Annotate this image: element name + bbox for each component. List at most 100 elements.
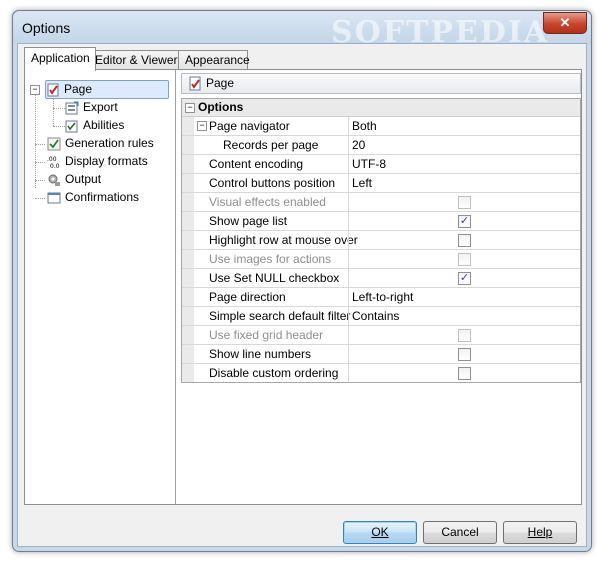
tab-label: Application [31, 51, 90, 65]
property-name: Show line numbers [209, 347, 312, 361]
tree-item-display-formats[interactable]: .00 0.0 Display formats [47, 153, 148, 170]
property-row-disable-custom-ordering[interactable]: Disable custom ordering [182, 364, 580, 382]
show-line-numbers-checkbox[interactable] [458, 348, 471, 361]
output-icon [48, 174, 60, 186]
property-name: Use fixed grid header [209, 328, 324, 342]
tree-item-confirmations[interactable]: Confirmations [47, 189, 139, 206]
property-name: Disable custom ordering [209, 366, 339, 380]
panel-title: Page [206, 76, 235, 90]
property-name: Show page list [209, 214, 288, 228]
confirmations-icon [47, 192, 61, 204]
property-row-show-line-numbers[interactable]: Show line numbers [182, 345, 580, 364]
property-name: Use images for actions [209, 252, 332, 266]
property-row-page-navigator[interactable]: − Page navigator Both [182, 117, 580, 136]
cancel-button[interactable]: Cancel [423, 521, 497, 544]
tree-item-label: Export [83, 100, 118, 114]
options-tree[interactable]: − Page Export Abilities Generation rules… [25, 70, 176, 504]
property-name: Content encoding [209, 157, 304, 171]
property-value[interactable]: 20 [352, 138, 365, 152]
tree-item-page[interactable]: Page [45, 80, 169, 99]
options-dialog: Options SOFTPEDIA ✕ Application Editor &… [12, 10, 592, 552]
tree-item-label: Confirmations [65, 190, 140, 204]
tree-item-export[interactable]: Export [65, 99, 118, 116]
cancel-label: Cancel [441, 525, 479, 539]
property-name: Page direction [209, 290, 286, 304]
minus-icon: − [187, 102, 193, 112]
tree-item-label: Abilities [83, 118, 125, 132]
property-row-records-per-page[interactable]: Records per page 20 [182, 136, 580, 155]
property-row-highlight-row[interactable]: Highlight row at mouse over [182, 231, 580, 250]
title-bar[interactable]: Options SOFTPEDIA ✕ [13, 11, 591, 50]
svg-text:0.0: 0.0 [50, 163, 60, 169]
fixed-grid-header-checkbox [458, 329, 471, 342]
dialog-client-area: Application Editor & Viewers Appearance … [17, 43, 587, 547]
minus-icon: − [32, 84, 38, 94]
tab-panel-application: − Page Export Abilities Generation rules… [24, 69, 582, 505]
use-set-null-checkbox[interactable]: ✓ [458, 272, 471, 285]
close-button[interactable]: ✕ [543, 12, 587, 34]
checkmark-icon: ✓ [459, 215, 470, 227]
property-row-control-buttons-position[interactable]: Control buttons position Left [182, 174, 580, 193]
property-value[interactable]: Contains [352, 309, 399, 323]
property-row-page-direction[interactable]: Page direction Left-to-right [182, 288, 580, 307]
show-page-list-checkbox[interactable]: ✓ [458, 215, 471, 228]
property-row-content-encoding[interactable]: Content encoding UTF-8 [182, 155, 580, 174]
ok-button[interactable]: OK [343, 521, 417, 544]
category-collapse-toggle[interactable]: − [185, 103, 195, 113]
highlight-row-checkbox[interactable] [458, 234, 471, 247]
property-row-show-page-list[interactable]: Show page list ✓ [182, 212, 580, 231]
property-name: Simple search default filter [209, 309, 351, 323]
tree-item-label: Output [65, 172, 102, 186]
property-name: Records per page [223, 138, 319, 152]
tree-item-abilities[interactable]: Abilities [65, 117, 124, 134]
property-grid: − Options − Page navigator Both Records … [181, 98, 581, 383]
category-label: Options [198, 100, 244, 114]
tab-editor-viewers[interactable]: Editor & Viewers [88, 50, 186, 70]
page-icon [189, 76, 201, 91]
checkmark-icon: ✓ [459, 272, 470, 284]
page-settings-panel: Page − Options − Page navigator Both Rec… [179, 70, 581, 504]
property-name: Page navigator [209, 119, 290, 133]
grid-category-options: − Options [182, 99, 580, 117]
svg-text:.00: .00 [47, 156, 57, 163]
disable-custom-ordering-checkbox[interactable] [458, 367, 471, 380]
property-name: Control buttons position [209, 176, 336, 190]
property-value[interactable]: UTF-8 [352, 157, 386, 171]
close-icon: ✕ [559, 15, 571, 30]
tab-appearance[interactable]: Appearance [178, 50, 250, 70]
property-row-use-set-null-checkbox[interactable]: Use Set NULL checkbox ✓ [182, 269, 580, 288]
tree-collapse-toggle[interactable]: − [30, 85, 40, 95]
property-name: Highlight row at mouse over [209, 233, 358, 247]
panel-header: Page [181, 73, 581, 94]
property-collapse-toggle[interactable]: − [197, 121, 207, 131]
ok-label: OK [371, 525, 389, 539]
tab-label: Appearance [185, 53, 250, 67]
window-title: Options [22, 20, 71, 36]
property-value[interactable]: Left [352, 176, 372, 190]
minus-icon: − [199, 120, 205, 130]
tree-item-label: Generation rules [65, 136, 154, 150]
display-formats-icon: .000.0 [47, 156, 60, 169]
property-value[interactable]: Both [352, 119, 377, 133]
tree-item-output[interactable]: Output [47, 171, 101, 188]
tree-item-label: Page [64, 82, 93, 96]
tree-item-generation-rules[interactable]: Generation rules [47, 135, 154, 152]
abilities-icon [65, 120, 78, 133]
tab-label: Editor & Viewers [95, 53, 184, 67]
property-name: Visual effects enabled [209, 195, 326, 209]
property-row-use-fixed-grid-header: Use fixed grid header [182, 326, 580, 345]
property-row-simple-search-filter[interactable]: Simple search default filter Contains [182, 307, 580, 326]
use-images-checkbox [458, 253, 471, 266]
property-row-visual-effects-enabled: Visual effects enabled [182, 193, 580, 212]
property-row-use-images-for-actions: Use images for actions [182, 250, 580, 269]
page-icon [47, 83, 59, 97]
property-name: Use Set NULL checkbox [209, 271, 340, 285]
help-button[interactable]: Help [503, 521, 577, 544]
property-value[interactable]: Left-to-right [352, 290, 413, 304]
export-icon [65, 101, 79, 115]
help-label: Help [527, 525, 553, 539]
visual-effects-checkbox [458, 196, 471, 209]
generation-rules-icon [47, 137, 61, 151]
tab-application[interactable]: Application [24, 47, 96, 71]
tree-item-label: Display formats [65, 154, 148, 168]
